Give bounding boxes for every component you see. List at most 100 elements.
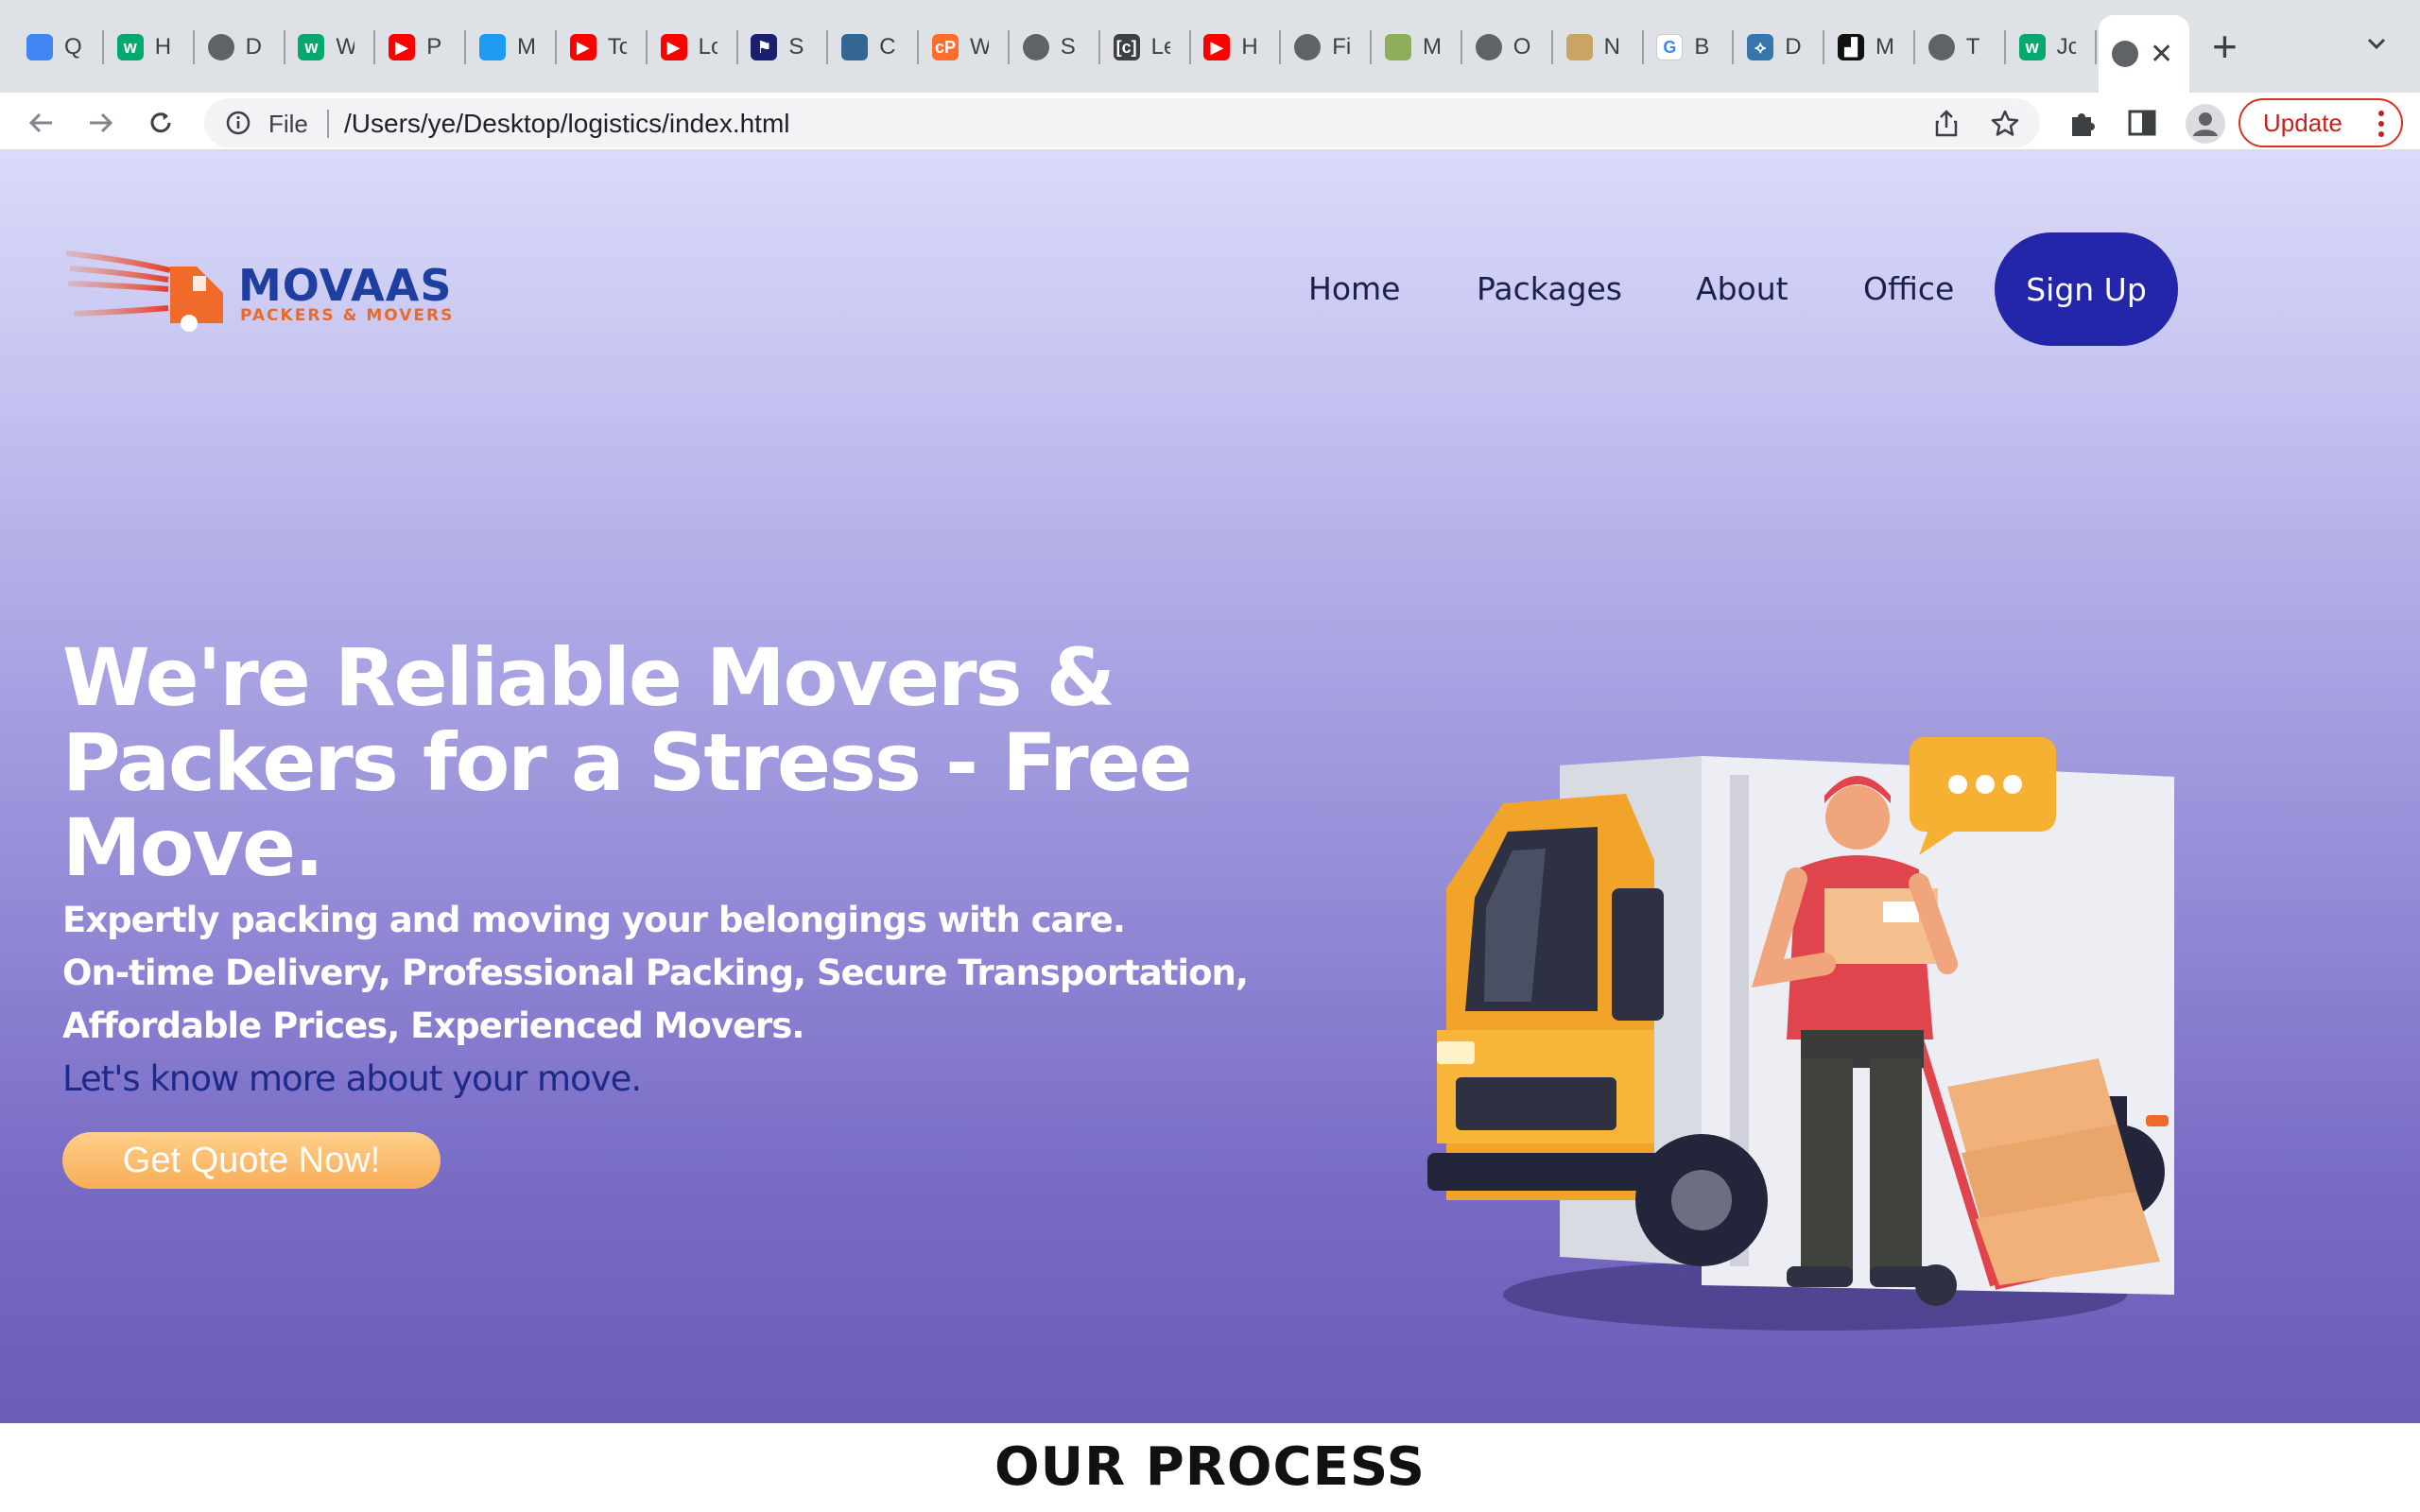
tab-title: N [1603,34,1620,60]
tab-title: P [426,34,442,60]
nav-about[interactable]: About [1696,270,1789,307]
browser-tab[interactable]: Fi [1281,19,1373,76]
nav-office[interactable]: Office [1863,270,1954,307]
colorful-grid-icon [26,34,53,60]
w3schools-icon: w [116,34,144,60]
share-icon[interactable] [1930,108,1962,140]
hero-subtext-line: Affordable Prices, Experienced Movers. [62,1005,804,1046]
tab-title: O [1512,34,1531,60]
cpanel-icon: cP [932,34,959,60]
tab-title: Jc [2056,34,2076,60]
extensions-icon[interactable] [2065,106,2099,140]
browser-tab[interactable]: wH [104,19,195,76]
sign-up-button[interactable]: Sign Up [1995,232,2178,346]
update-label: Update [2263,108,2342,137]
globe-icon [1927,34,1955,60]
hero-subtext-line: Expertly packing and moving your belongi… [62,900,1126,940]
browser-tab[interactable]: ▶ P [375,19,467,76]
browser-toolbar: File /Users/ye/Desktop/logistics/index.h… [0,93,2420,151]
browser-tab[interactable]: [c] Le [1100,19,1191,76]
youtube-icon: ▶ [660,34,687,60]
update-button[interactable]: Update [2238,98,2403,147]
arrow-left-icon [28,112,52,133]
bookmark-icon: ⚑ [751,34,778,60]
profile-avatar[interactable] [2186,104,2225,144]
tab-title: S [788,34,804,60]
tab-search-icon[interactable] [2363,30,2390,57]
tab-title: W [336,34,355,60]
tab-title: M [517,34,536,60]
browser-tab[interactable]: ⚑ S [737,19,829,76]
browser-tab[interactable]: D [195,19,285,76]
bookmark-star-icon[interactable] [1989,108,2021,140]
tab-title: B [1694,34,1710,60]
browser-tab[interactable]: T [1915,19,2006,76]
tab-title: Le [1150,34,1170,60]
tab-title: C [879,34,896,60]
browser-tab[interactable]: ▶ Lo [648,19,738,76]
browser-tab[interactable]: C [828,19,920,76]
arrow-right-icon [90,112,113,133]
kebab-menu-icon[interactable] [2378,110,2384,138]
google-icon: G [1656,34,1684,60]
globe-icon [207,34,234,60]
url-divider [327,110,329,138]
tab-separator [2094,30,2097,64]
tab-title: To [607,34,627,60]
bird-icon [479,34,506,60]
browser-tab[interactable]: ▟ M [1824,19,1915,76]
new-tab-button[interactable]: + [2212,23,2238,70]
tab-title: Lo [698,34,717,60]
tab-title: H [154,34,172,60]
browser-tab[interactable]: ▶ To [557,19,648,76]
section-heading: OUR PROCESS [994,1436,1426,1498]
browser-tab[interactable]: M [466,19,557,76]
browser-tab[interactable]: ⟡ D [1734,19,1825,76]
address-bar[interactable]: File /Users/ye/Desktop/logistics/index.h… [204,98,2040,147]
logo-wordmark[interactable]: MOVAAS [238,260,452,311]
tab-title: Q [64,34,82,60]
coin-icon [1565,34,1593,60]
globe-icon [2112,41,2138,67]
get-quote-button[interactable]: Get Quote Now! [62,1132,441,1189]
close-tab-icon[interactable]: ✕ [2150,38,2173,71]
logo-tagline: PACKERS & MOVERS [240,306,455,325]
nav-packages[interactable]: Packages [1477,270,1622,307]
url-scheme-label: File [268,110,308,138]
tab-title: D [1785,34,1802,60]
browser-tab[interactable]: M [1372,19,1462,76]
url-text[interactable]: /Users/ye/Desktop/logistics/index.html [344,109,790,139]
browser-tab[interactable]: cP W [919,19,1010,76]
browser-tab[interactable]: Q [13,19,104,76]
headline-line: Packers for a Stress - Free [62,716,1193,809]
browser-tab[interactable]: S [1010,19,1100,76]
info-icon[interactable] [225,110,251,136]
tab-title: D [245,34,262,60]
forward-button[interactable] [79,102,121,144]
reload-button[interactable] [140,102,182,144]
block-icon: ▟ [1838,34,1864,60]
browser-tab[interactable]: ▶ H [1190,19,1282,76]
browser-tab[interactable]: w Jc [2006,19,2097,76]
browser-tab-active[interactable]: ✕ [2099,15,2189,93]
money-icon [1385,34,1411,60]
browser-tab[interactable]: GB [1643,19,1735,76]
browser-tab[interactable]: O [1462,19,1553,76]
headline-line: We're Reliable Movers & [62,631,1115,724]
tab-title: W [970,34,989,60]
headline-line: Move. [62,801,324,894]
hero-subtext-line: On-time Delivery, Professional Packing, … [62,953,1249,993]
youtube-icon: ▶ [1203,34,1231,60]
nav-home[interactable]: Home [1308,270,1400,307]
globe-icon [1294,34,1322,60]
hero-headline: We're Reliable Movers & Packers for a St… [62,635,1253,890]
hero-cta-text: Let's know more about your move. [62,1058,642,1099]
browser-tab[interactable]: N [1553,19,1644,76]
browser-tab[interactable]: wW [285,19,376,76]
side-panel-icon[interactable] [2125,106,2159,140]
tab-title: T [1965,34,1980,60]
back-button[interactable] [21,102,62,144]
globe-icon [1022,34,1049,60]
postgres-icon [841,34,869,60]
code-icon: [c] [1113,34,1140,60]
